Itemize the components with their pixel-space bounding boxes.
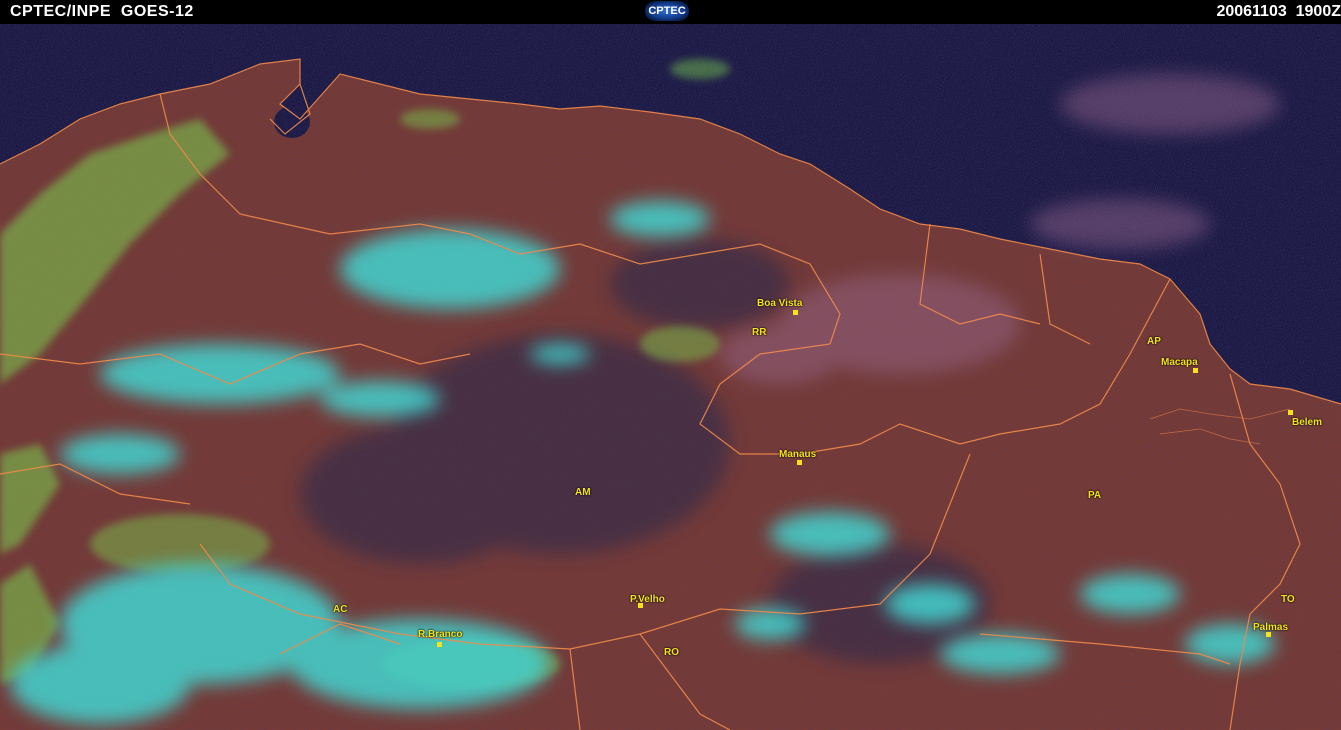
city-marker-boa-vista: [793, 310, 798, 315]
city-marker-belem: [1288, 410, 1293, 415]
city-label-belem: Belem: [1292, 417, 1323, 428]
datetime-label: 20061103 1900Z: [1216, 3, 1341, 20]
city-marker-palmas: [1266, 632, 1271, 637]
state-label-ac: AC: [333, 604, 348, 615]
state-label-to: TO: [1281, 594, 1295, 605]
city-marker-macapa: [1193, 368, 1198, 373]
city-label-boa-vista: Boa Vista: [757, 298, 803, 309]
state-label-rr: RR: [752, 327, 767, 338]
city-marker-p-velho: [638, 603, 643, 608]
header-bar: CPTEC/INPE GOES-12 CPTEC 20061103 1900Z: [0, 0, 1341, 24]
source-label: CPTEC/INPE GOES-12: [10, 3, 194, 20]
city-label-manaus: Manaus: [779, 449, 817, 460]
city-marker-r-branco: [437, 642, 442, 647]
state-label-am: AM: [575, 487, 591, 498]
city-label-p-velho: P.Velho: [630, 594, 665, 605]
map-canvas: [0, 24, 1341, 730]
state-label-ro: RO: [664, 647, 679, 658]
state-label-ap: AP: [1147, 336, 1161, 347]
satellite-image: CPTEC/INPE GOES-12 CPTEC 20061103 1900Z: [0, 0, 1341, 730]
city-label-macapa: Macapa: [1161, 357, 1198, 368]
city-label-r-branco: R.Branco: [418, 629, 463, 640]
city-marker-manaus: [797, 460, 802, 465]
state-label-pa: PA: [1088, 490, 1102, 501]
cptec-logo: CPTEC: [645, 1, 689, 21]
